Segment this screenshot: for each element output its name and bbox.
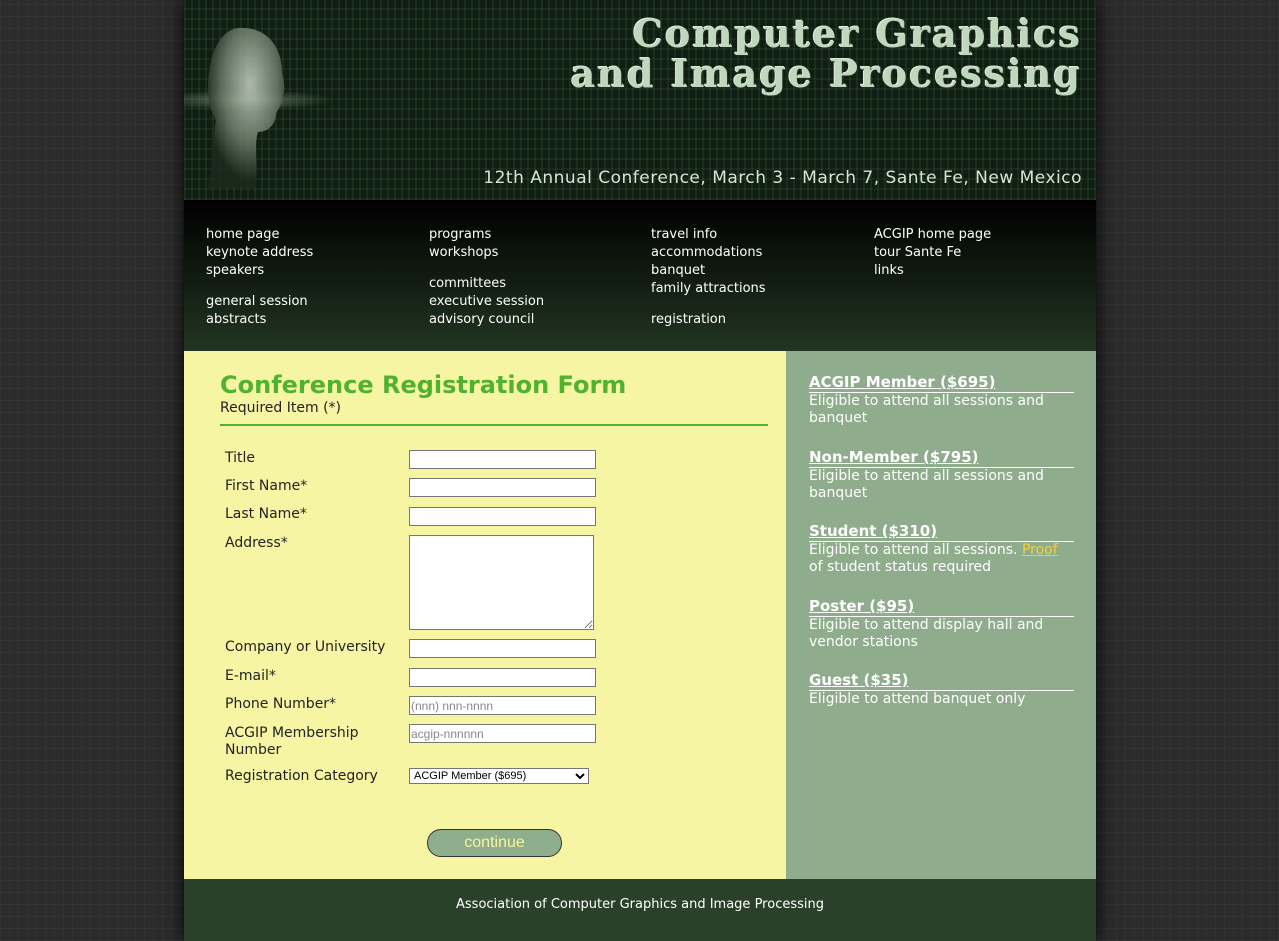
nav-link-workshops[interactable]: workshops (429, 244, 498, 262)
nav-link-general-session[interactable]: general session (206, 293, 308, 311)
email-label: E-mail* (225, 668, 276, 684)
head-silhouette-icon (208, 27, 285, 189)
proof-link[interactable]: Proof (1022, 542, 1058, 558)
category-guest: Guest ($35) Eligible to attend banquet o… (809, 672, 1074, 708)
nav-link-travel-info[interactable]: travel info (651, 226, 717, 244)
category-description: Eligible to attend banquet only (809, 691, 1026, 707)
category-student: Student ($310) Eligible to attend all se… (809, 523, 1074, 576)
last-name-label: Last Name* (225, 506, 307, 522)
last-name-input[interactable] (409, 507, 596, 526)
nav-link-speakers[interactable]: speakers (206, 262, 264, 280)
address-label: Address* (225, 535, 288, 551)
banner-subtitle: 12th Annual Conference, March 3 - March … (483, 168, 1082, 188)
phone-label: Phone Number* (225, 696, 337, 712)
email-input[interactable] (409, 668, 596, 687)
registration-category-select[interactable]: ACGIP Member ($695) (409, 768, 589, 784)
banner-title-line1: Computer Graphics (632, 11, 1082, 56)
header-banner: Computer Graphics and Image Processing 1… (184, 0, 1096, 200)
nav-link-advisory-council[interactable]: advisory council (429, 311, 534, 329)
category-poster: Poster ($95) Eligible to attend display … (809, 598, 1074, 651)
category-description: Eligible to attend display hall and vend… (809, 617, 1044, 650)
address-textarea[interactable] (409, 535, 594, 630)
required-item-note: Required Item (*) (220, 400, 342, 416)
category-title: Guest ($35) (809, 672, 1074, 691)
nav-link-abstracts[interactable]: abstracts (206, 311, 266, 329)
registration-form-panel: Conference Registration Form Required It… (184, 351, 786, 879)
title-input[interactable] (409, 450, 596, 469)
continue-button[interactable]: continue (427, 829, 562, 857)
form-title: Conference Registration Form (220, 371, 627, 399)
nav-link-executive-session[interactable]: executive session (429, 293, 544, 311)
category-acgip-member: ACGIP Member ($695) Eligible to attend a… (809, 374, 1074, 427)
page-container: Computer Graphics and Image Processing 1… (184, 0, 1096, 941)
company-label: Company or University (225, 639, 386, 655)
nav-link-keynote-address[interactable]: keynote address (206, 244, 313, 262)
category-title: ACGIP Member ($695) (809, 374, 1074, 393)
category-description: Eligible to attend all sessions and banq… (809, 468, 1044, 501)
banner-title-line2: and Image Processing (570, 51, 1082, 96)
nav-link-links[interactable]: links (874, 262, 904, 280)
footer-text: Association of Computer Graphics and Ima… (456, 897, 824, 912)
nav-link-banquet[interactable]: banquet (651, 262, 705, 280)
nav-link-acgip-home-page[interactable]: ACGIP home page (874, 226, 991, 244)
footer: Association of Computer Graphics and Ima… (184, 879, 1096, 941)
banner-title: Computer Graphics and Image Processing (571, 14, 1082, 94)
category-description: Eligible to attend all sessions and banq… (809, 393, 1044, 426)
category-title: Student ($310) (809, 523, 1074, 542)
category-title: Non-Member ($795) (809, 449, 1074, 468)
nav-link-accommodations[interactable]: accommodations (651, 244, 762, 262)
category-label: Registration Category (225, 768, 378, 784)
nav-link-committees[interactable]: committees (429, 275, 506, 293)
nav-link-programs[interactable]: programs (429, 226, 491, 244)
category-description: Eligible to attend all sessions. Proof o… (809, 542, 1058, 575)
nav-link-registration[interactable]: registration (651, 311, 726, 329)
membership-label: ACGIP Membership Number (225, 725, 359, 758)
main-nav: home page keynote address speakers gener… (184, 200, 1096, 351)
membership-input[interactable] (409, 724, 596, 743)
nav-link-family-attractions[interactable]: family attractions (651, 280, 766, 298)
category-non-member: Non-Member ($795) Eligible to attend all… (809, 449, 1074, 502)
phone-input[interactable] (409, 696, 596, 715)
first-name-input[interactable] (409, 478, 596, 497)
category-title: Poster ($95) (809, 598, 1074, 617)
first-name-label: First Name* (225, 478, 308, 494)
nav-link-home-page[interactable]: home page (206, 226, 279, 244)
nav-link-tour-sante-fe[interactable]: tour Sante Fe (874, 244, 961, 262)
registration-categories-panel: ACGIP Member ($695) Eligible to attend a… (786, 351, 1096, 879)
title-label: Title (225, 450, 256, 466)
form-divider (220, 424, 768, 426)
company-input[interactable] (409, 639, 596, 658)
